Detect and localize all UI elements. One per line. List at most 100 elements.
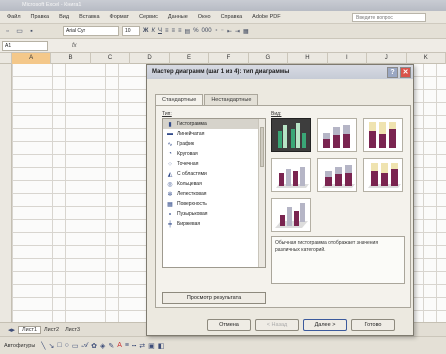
chart-type-item[interactable]: ⚬ Пузырьковая <box>163 209 265 219</box>
column-header[interactable]: H <box>288 53 328 64</box>
percent-icon[interactable]: % <box>193 28 198 34</box>
help-icon[interactable]: ? <box>387 66 398 78</box>
column-header[interactable]: J <box>367 53 407 64</box>
chart-type-item[interactable]: ▮ Гистограмма <box>163 119 265 129</box>
subtype-stacked-column[interactable] <box>317 118 357 152</box>
arrow-style-icon[interactable]: ⇄ <box>139 342 145 350</box>
underline-icon[interactable]: Ч <box>158 28 162 34</box>
list-scrollbar[interactable] <box>258 119 265 267</box>
borders-icon[interactable]: ▦ <box>243 28 249 35</box>
menu-view[interactable]: Вид <box>54 14 74 20</box>
tab-standard[interactable]: Стандартные <box>155 94 204 105</box>
column-header[interactable]: I <box>328 53 368 64</box>
open-folder-icon[interactable]: ▭ <box>15 27 24 36</box>
font-color-icon[interactable]: A <box>117 342 122 349</box>
back-button[interactable]: < Назад <box>255 319 299 331</box>
preview-result-button[interactable]: Просмотр результата <box>162 292 266 304</box>
column-header[interactable]: F <box>209 53 249 64</box>
menu-insert[interactable]: Вставка <box>74 14 104 20</box>
dialog-title-bar[interactable]: Мастер диаграмм (шаг 1 из 4): тип диагра… <box>147 65 413 79</box>
save-icon[interactable]: ▪ <box>27 27 36 36</box>
fx-icon[interactable]: fx <box>72 43 77 49</box>
sheet-nav-icon[interactable]: ◂▸ <box>8 326 15 334</box>
dash-style-icon[interactable]: ┅ <box>132 342 136 350</box>
textbox-icon[interactable]: ▭ <box>72 342 79 350</box>
next-button[interactable]: Далее > <box>303 319 347 331</box>
name-box[interactable]: A1 <box>2 40 48 51</box>
column-header[interactable]: A <box>11 53 52 64</box>
decrease-indent-icon[interactable]: ⇤ <box>227 28 232 35</box>
wordart-icon[interactable]: 𝒜 <box>81 342 88 350</box>
subtype-percent-stacked-column[interactable] <box>363 118 403 152</box>
subtype-clustered-column[interactable] <box>271 118 311 152</box>
chart-description: Обычная гистограмма отображает значения … <box>271 236 405 284</box>
close-icon[interactable]: ✕ <box>400 66 411 78</box>
increase-indent-icon[interactable]: ⇥ <box>235 28 240 35</box>
chart-type-item[interactable]: ▬ Линейчатая <box>163 129 265 139</box>
align-left-icon[interactable]: ≡ <box>165 28 169 34</box>
finish-button[interactable]: Готово <box>351 319 395 331</box>
tab-custom[interactable]: Нестандартные <box>204 94 259 105</box>
column-header[interactable]: E <box>170 53 210 64</box>
sheet-tab-1[interactable]: Лист1 <box>18 325 42 334</box>
align-right-icon[interactable]: ≡ <box>178 28 182 34</box>
oval-icon[interactable]: ○ <box>65 342 69 349</box>
new-document-icon[interactable]: ▫ <box>3 27 12 36</box>
increase-decimal-icon[interactable]: ⁺ <box>215 28 218 35</box>
thousands-icon[interactable]: 000 <box>202 28 212 34</box>
subtype-3d-stacked-column[interactable] <box>317 158 357 192</box>
select-all-corner[interactable] <box>0 53 12 64</box>
menu-window[interactable]: Окно <box>193 14 216 20</box>
row-headers[interactable] <box>0 64 12 322</box>
column-header[interactable]: C <box>91 53 131 64</box>
shadow-icon[interactable]: ▣ <box>148 342 155 350</box>
chart-type-label: С областями <box>177 171 207 177</box>
menu-format[interactable]: Формат <box>105 14 135 20</box>
font-name-select[interactable]: Arial Cyr <box>63 26 119 36</box>
rectangle-icon[interactable]: □ <box>57 342 61 349</box>
cancel-button[interactable]: Отмена <box>207 319 251 331</box>
align-center-icon[interactable]: ≡ <box>172 28 176 34</box>
chart-type-item[interactable]: ⁘ Точечная <box>163 159 265 169</box>
help-question-input[interactable]: Введите вопрос <box>352 13 426 22</box>
column-header[interactable]: K <box>407 53 446 64</box>
chart-type-item[interactable]: ▦ Поверхность <box>163 199 265 209</box>
chart-type-item[interactable]: ◔ Круговая <box>163 149 265 159</box>
bold-icon[interactable]: Ж <box>143 28 148 34</box>
merge-center-icon[interactable]: ▤ <box>185 28 191 35</box>
column-header[interactable]: G <box>249 53 289 64</box>
menu-file[interactable]: Файл <box>2 14 26 20</box>
chart-type-item[interactable]: ∿ График <box>163 139 265 149</box>
autoshapes-menu[interactable]: Автофигуры <box>4 343 35 349</box>
fill-color-icon[interactable]: ◈ <box>100 342 105 350</box>
decrease-decimal-icon[interactable]: ⁻ <box>221 28 224 35</box>
subtype-3d-column[interactable] <box>271 198 311 232</box>
chart-type-list[interactable]: ▮ Гистограмма ▬ Линейчатая ∿ График ◔ Круговая ⁘… <box>162 118 266 268</box>
line-icon[interactable]: ╲ <box>41 342 45 350</box>
arrow-icon[interactable]: ↘ <box>49 342 55 350</box>
chart-type-item[interactable]: ◎ Кольцевая <box>163 179 265 189</box>
line-style-icon[interactable]: ≡ <box>125 342 129 349</box>
font-size-select[interactable]: 10 <box>122 26 140 36</box>
column-header[interactable]: B <box>51 53 91 64</box>
chart-type-label: Кольцевая <box>177 181 202 187</box>
menu-tools[interactable]: Сервис <box>134 14 163 20</box>
menu-adobe-pdf[interactable]: Adobe PDF <box>247 14 285 20</box>
sheet-tab-3[interactable]: Лист3 <box>62 327 83 333</box>
clipart-icon[interactable]: ✿ <box>91 342 97 350</box>
menu-data[interactable]: Данные <box>163 14 193 20</box>
chart-type-item[interactable]: ✲ Лепестковая <box>163 189 265 199</box>
sheet-tab-2[interactable]: Лист2 <box>41 327 62 333</box>
menu-help[interactable]: Справка <box>216 14 248 20</box>
chart-type-item[interactable]: ◭ С областями <box>163 169 265 179</box>
menu-edit[interactable]: Правка <box>26 14 55 20</box>
stock-chart-icon: ┿ <box>168 221 172 228</box>
3d-icon[interactable]: ◧ <box>158 342 165 350</box>
column-header[interactable]: D <box>130 53 170 64</box>
italic-icon[interactable]: К <box>151 28 155 34</box>
line-color-icon[interactable]: ✎ <box>108 342 114 350</box>
scrollbar-thumb[interactable] <box>260 127 264 167</box>
subtype-3d-percent-stacked-column[interactable] <box>363 158 403 192</box>
chart-type-item[interactable]: ┿ Биржевая <box>163 219 265 229</box>
subtype-3d-clustered-column[interactable] <box>271 158 311 192</box>
